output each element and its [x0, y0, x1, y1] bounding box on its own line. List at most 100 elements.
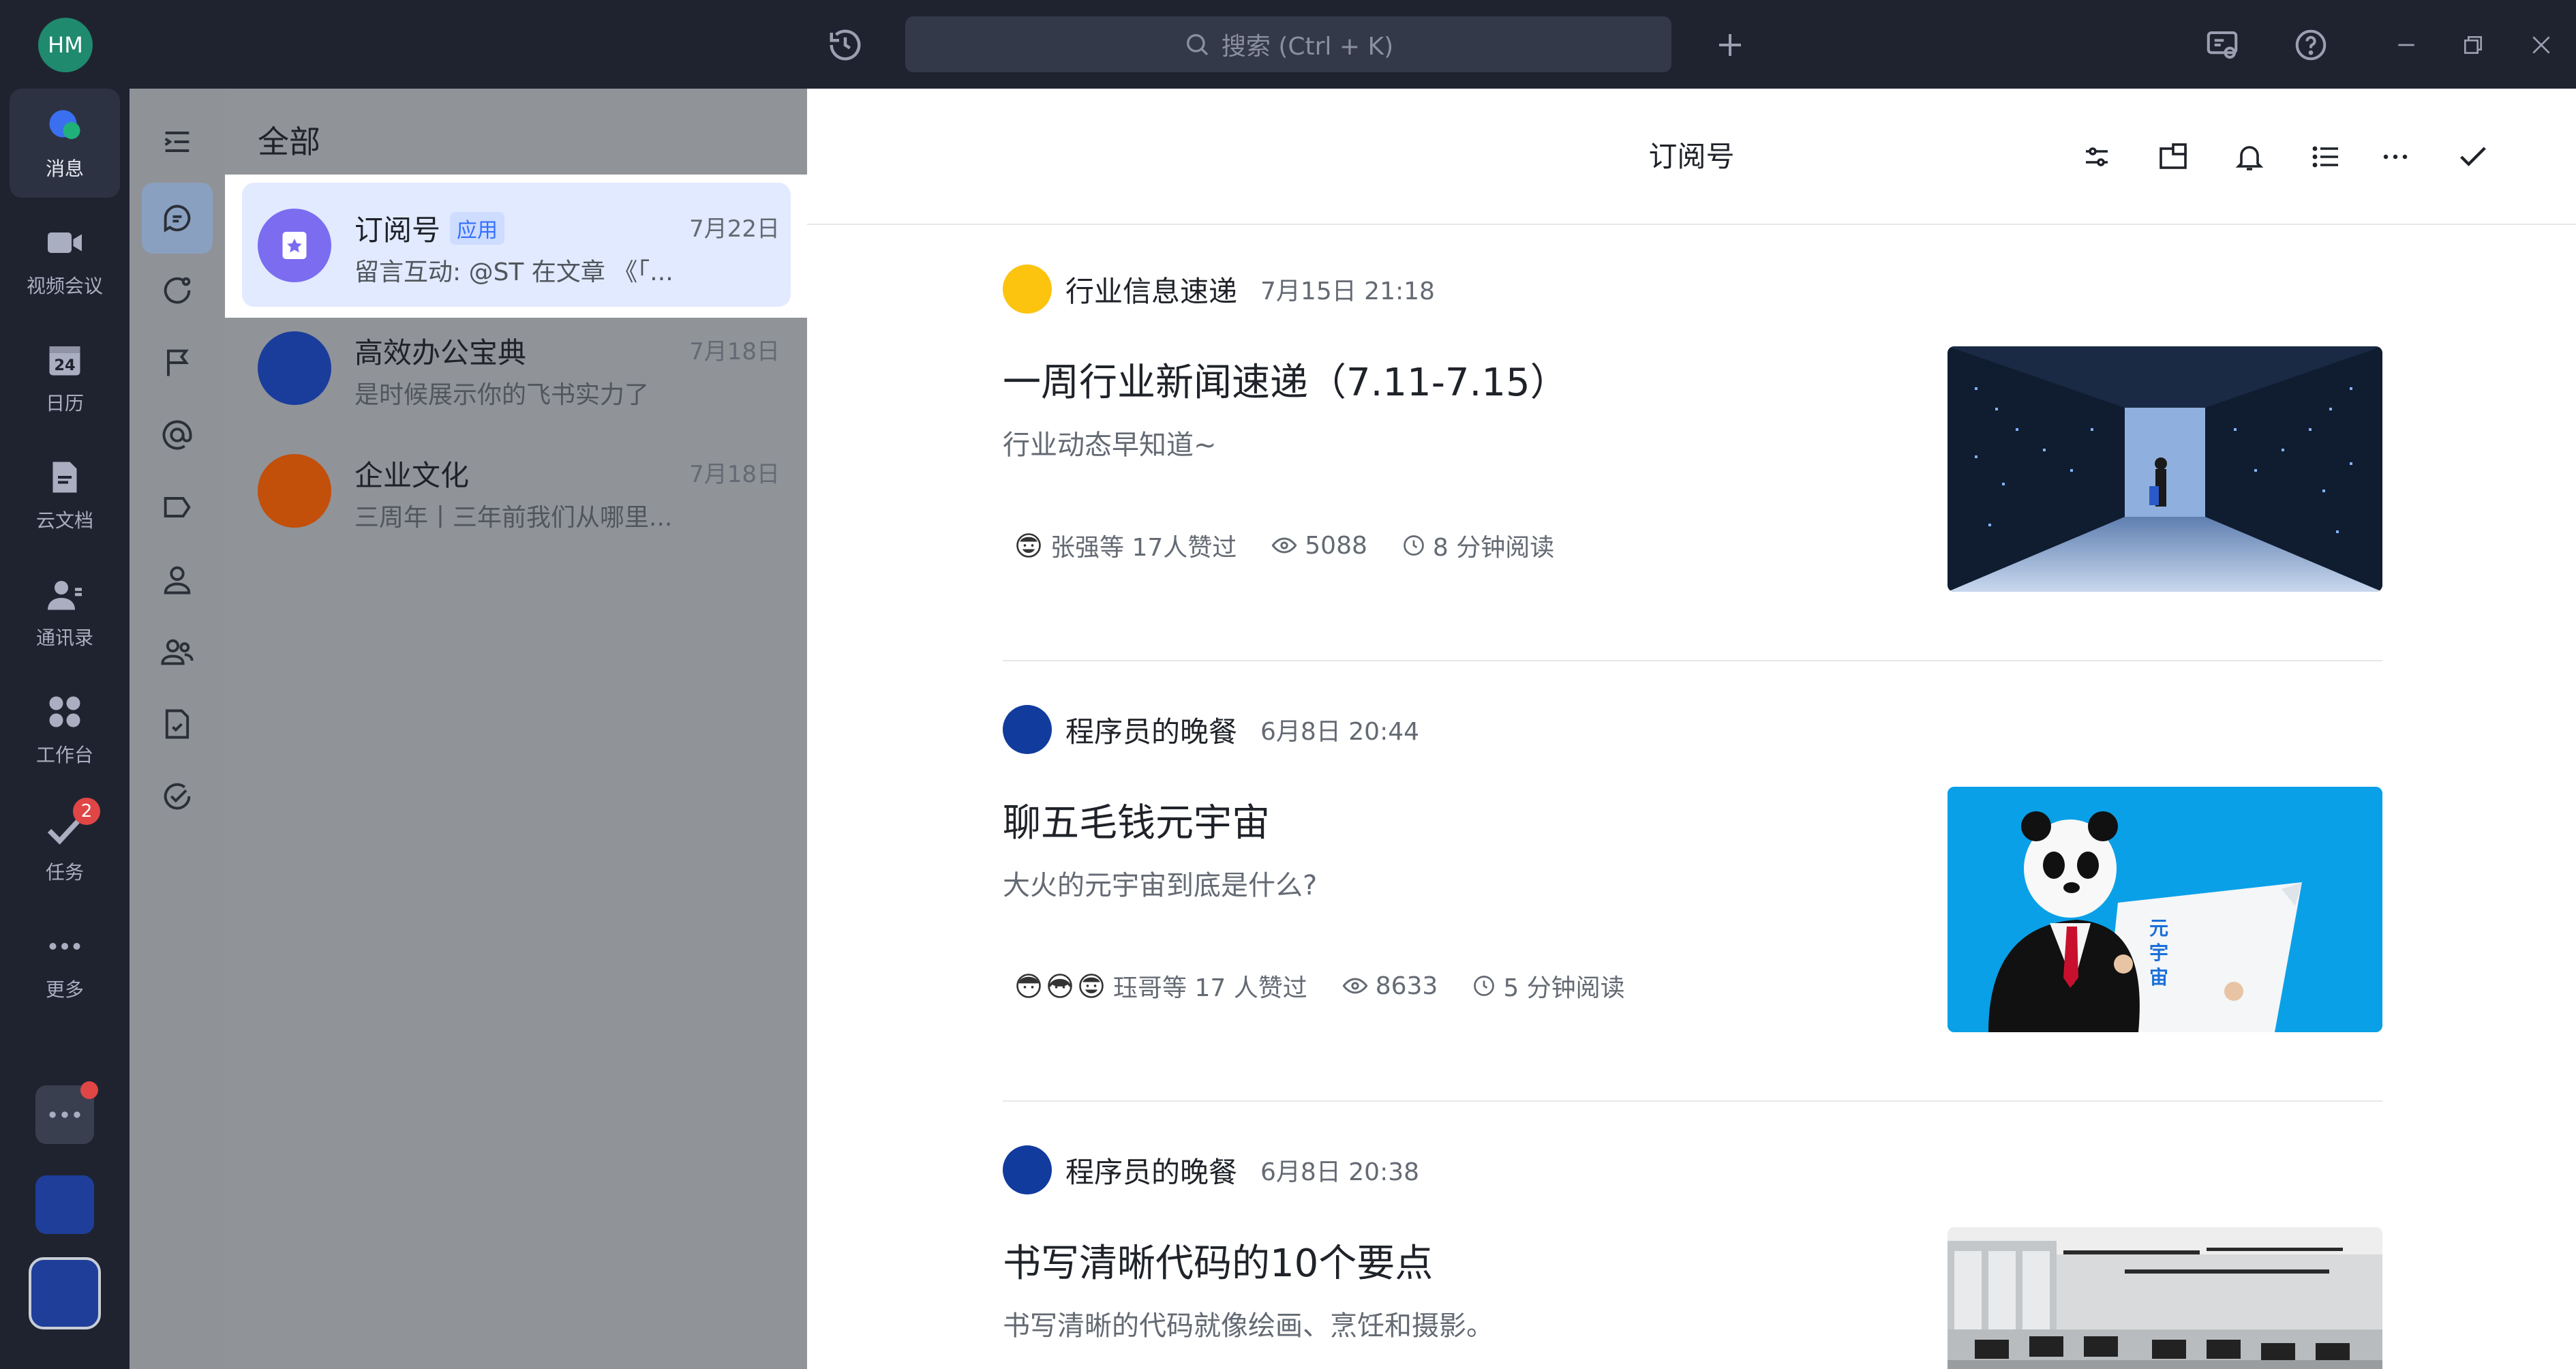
source-name[interactable]: 程序员的晚餐	[1065, 1149, 1237, 1191]
likes-group: 张强等 17人赞过	[1014, 528, 1237, 563]
top-bar: HM 搜索 (Ctrl + K)	[0, 0, 2576, 89]
task-check-icon: 2	[44, 798, 100, 849]
source-avatar	[1003, 705, 1052, 754]
search-icon	[1186, 34, 1209, 56]
subscription-app-icon	[258, 209, 331, 282]
search-input[interactable]: 搜索 (Ctrl + K)	[905, 16, 1671, 72]
article-source: 行业信息速递 7月15日 21:18	[1003, 265, 1435, 314]
views-group: 5088	[1271, 532, 1367, 560]
chat-name-row: 高效办公宝典	[354, 330, 526, 372]
minimize-icon[interactable]	[2386, 25, 2427, 65]
article-title[interactable]: 一周行业新闻速递（7.11-7.15）	[1003, 352, 1569, 407]
article-subtitle: 书写清晰的代码就像绘画、烹饪和摄影。	[1003, 1310, 1494, 1342]
views-count: 5088	[1305, 531, 1367, 560]
help-icon[interactable]	[2290, 25, 2331, 65]
flag-icon[interactable]	[142, 327, 213, 398]
chat-date: 7月22日	[689, 215, 780, 243]
single-user-icon[interactable]	[142, 544, 213, 615]
divider	[1003, 660, 2382, 661]
close-icon[interactable]	[2521, 25, 2562, 65]
dock-item-video-meeting[interactable]: 视频会议	[10, 206, 120, 315]
article-thumbnail-datacenter[interactable]	[1948, 346, 2382, 592]
mini-app-shortcut-selected[interactable]	[29, 1257, 101, 1329]
eye-icon	[1271, 537, 1297, 554]
read-time: 5 分钟阅读	[1503, 974, 1625, 1002]
all-messages-icon[interactable]	[142, 183, 213, 254]
article-subtitle: 行业动态早知道~	[1003, 430, 1217, 461]
workspace-grid-icon	[44, 691, 85, 732]
more-options-icon[interactable]	[2375, 136, 2416, 177]
chat-name: 高效办公宝典	[354, 336, 527, 370]
source-name[interactable]: 行业信息速递	[1065, 269, 1237, 310]
dock-label: 日历	[45, 392, 84, 415]
app-tag-badge: 应用	[450, 211, 505, 245]
collapse-menu-icon[interactable]	[142, 106, 213, 177]
dock-item-workspace[interactable]: 工作台	[10, 675, 120, 784]
clock-icon	[1474, 976, 1495, 996]
read-time-group: 8 分钟阅读	[1401, 528, 1554, 563]
article-meta: 张强等 17人赞过 5088 8 分钟阅读	[1014, 528, 1575, 563]
source-avatar	[1003, 265, 1052, 314]
likes-group: 珏哥等 17 人赞过	[1014, 968, 1307, 1004]
list-icon[interactable]	[2305, 136, 2346, 177]
article-meta: 珏哥等 17 人赞过 8633 5 分钟阅读	[1014, 968, 1646, 1004]
group-users-icon[interactable]	[142, 616, 213, 687]
dock-item-contacts[interactable]: 通讯录	[10, 558, 120, 667]
avatar	[258, 331, 331, 405]
screen-share-icon[interactable]	[2202, 25, 2243, 65]
notification-dot	[80, 1081, 98, 1099]
bell-icon[interactable]	[2229, 136, 2270, 177]
mini-app-shortcut[interactable]	[35, 1175, 94, 1234]
dock-item-messages[interactable]: 消息	[10, 89, 120, 198]
search-placeholder: 搜索 (Ctrl + K)	[1221, 33, 1394, 61]
add-icon[interactable]	[1710, 25, 1751, 65]
dock-label: 更多	[45, 978, 84, 1001]
subscription-feed-panel: 订阅号 行业信息速递 7月15日 21:18 一周行业新闻速递（7.11-7.1…	[807, 89, 2576, 1369]
publish-time: 6月8日 20:44	[1260, 718, 1420, 746]
views-group: 8633	[1342, 972, 1438, 1000]
reader-avatars	[1014, 971, 1106, 1001]
restore-icon[interactable]	[2453, 25, 2494, 65]
divider	[1003, 1100, 2382, 1102]
eye-icon	[1342, 978, 1368, 994]
label-tag-icon[interactable]	[142, 472, 213, 543]
history-icon[interactable]	[825, 25, 866, 65]
contacts-icon	[44, 574, 85, 615]
avatar	[258, 454, 331, 528]
dock-label: 视频会议	[26, 275, 103, 297]
dock-item-tasks[interactable]: 2 任务	[10, 792, 120, 901]
chat-name: 企业文化	[354, 459, 470, 492]
document-icon[interactable]	[142, 689, 213, 759]
at-mention-icon[interactable]	[142, 400, 213, 470]
dock-item-cloud-docs[interactable]: 云文档	[10, 440, 120, 550]
article-card[interactable]: 程序员的晚餐 6月8日 20:44 聊五毛钱元宇宙 大火的元宇宙到底是什么? 珏…	[1003, 705, 2382, 1107]
reader-avatar-icon	[1045, 971, 1075, 1001]
chat-item-company-culture[interactable]: 企业文化 7月18日 三周年丨三年前我们从哪里...	[225, 420, 807, 563]
chat-date: 7月18日	[689, 338, 780, 365]
article-title[interactable]: 聊五毛钱元宇宙	[1003, 792, 1270, 847]
article-card[interactable]: 程序员的晚餐 6月8日 20:38 书写清晰代码的10个要点 书写清晰的代码就像…	[1003, 1145, 2382, 1369]
article-thumbnail-office[interactable]	[1948, 1227, 2382, 1369]
article-title[interactable]: 书写清晰代码的10个要点	[1003, 1233, 1433, 1288]
mini-app-more-icon[interactable]	[35, 1081, 98, 1144]
chat-preview: 留言互动: @ST 在文章 《「...	[354, 258, 673, 286]
chat-list-title: 全部	[258, 123, 320, 160]
task-count-badge: 2	[73, 798, 100, 825]
mark-done-icon[interactable]	[2453, 136, 2494, 177]
source-name[interactable]: 程序员的晚餐	[1065, 709, 1237, 751]
article-thumbnail-panda[interactable]: 元宇宙	[1948, 787, 2382, 1032]
dock-label: 任务	[45, 861, 84, 884]
dock-item-more[interactable]: 更多	[10, 909, 120, 1019]
done-circle-icon[interactable]	[142, 761, 213, 832]
article-card[interactable]: 行业信息速递 7月15日 21:18 一周行业新闻速递（7.11-7.15） 行…	[1003, 265, 2382, 667]
chat-item-office-guide[interactable]: 高效办公宝典 7月18日 是时候展示你的飞书实力了	[225, 297, 807, 440]
refresh-chat-icon[interactable]	[142, 255, 213, 326]
chat-item-subscriptions[interactable]: 订阅号 应用 7月22日 留言互动: @ST 在文章 《「...	[225, 175, 807, 318]
dock-label: 工作台	[35, 744, 93, 766]
chat-bubble-icon	[44, 105, 85, 146]
dock-item-calendar[interactable]: 24 日历	[10, 323, 120, 432]
open-window-icon[interactable]	[2153, 136, 2194, 177]
more-dots-icon	[44, 926, 85, 967]
settings-sliders-icon[interactable]	[2076, 136, 2117, 177]
user-avatar[interactable]: HM	[38, 18, 93, 72]
